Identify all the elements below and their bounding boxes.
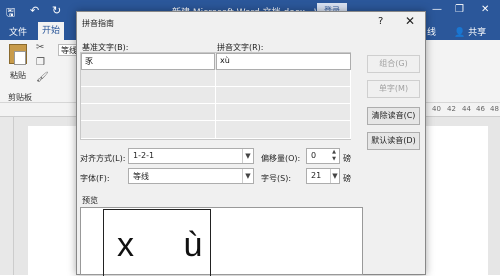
chevron-down-icon: ▼ xyxy=(330,169,339,183)
ruby-text-cell xyxy=(216,87,351,104)
tab-overflow[interactable]: 线 xyxy=(427,25,436,38)
offset-unit: 磅 xyxy=(343,154,351,163)
preview-label: 预览 xyxy=(82,196,98,205)
user-icon: 👤 xyxy=(454,28,466,38)
ruler-number: 48 xyxy=(490,105,499,113)
phonetic-guide-dialog: 拼音指南 ? ✕ 基准文字(B): 拼音文字(R): 豕 xù 组合(G) 单字… xyxy=(76,11,426,276)
font-label: 字体(F): xyxy=(80,174,110,183)
single-char-button[interactable]: 单字(M) xyxy=(367,80,420,98)
save-icon[interactable]: 🖫 xyxy=(6,4,15,23)
vertical-ruler xyxy=(0,117,14,275)
preview-area: x ù xyxy=(80,207,363,276)
offset-label: 偏移量(O): xyxy=(261,154,301,163)
ruby-text-cell[interactable]: xù xyxy=(216,53,351,70)
tab-file[interactable]: 文件 xyxy=(9,25,27,38)
base-text-value: 豕 xyxy=(85,57,93,66)
dialog-close-icon[interactable]: ✕ xyxy=(405,14,415,28)
size-select[interactable]: 21 ▼ xyxy=(306,168,340,184)
tab-home[interactable]: 开始 xyxy=(38,22,65,40)
chevron-down-icon: ▼ xyxy=(242,169,253,183)
ruby-text-cell xyxy=(216,121,351,139)
help-icon[interactable]: ? xyxy=(378,16,383,27)
ruler-number: 46 xyxy=(476,105,485,113)
offset-value: 0 xyxy=(311,151,317,160)
font-select[interactable]: 等线 ▼ xyxy=(128,168,254,184)
combine-button[interactable]: 组合(G) xyxy=(367,55,420,73)
clear-reading-button[interactable]: 清除读音(C) xyxy=(367,107,420,125)
chevron-down-icon: ▼ xyxy=(242,149,253,163)
format-painter-icon[interactable]: 🖌 xyxy=(36,72,49,83)
alignment-select[interactable]: 1-2-1 ▼ xyxy=(128,148,254,164)
clipboard-group-label: 剪贴板 xyxy=(8,93,32,102)
base-text-cell xyxy=(81,104,216,121)
paste-label[interactable]: 粘贴 xyxy=(10,70,26,81)
ruler-number: 44 xyxy=(462,105,471,113)
spin-up-icon[interactable]: ▲ xyxy=(329,149,339,156)
base-text-cell xyxy=(81,121,216,139)
ruler-number: 42 xyxy=(447,105,456,113)
size-label: 字号(S): xyxy=(261,174,292,183)
paste-icon[interactable] xyxy=(9,44,27,65)
default-reading-button[interactable]: 默认读音(D) xyxy=(367,132,420,150)
restore-icon[interactable]: ❐ xyxy=(455,4,464,15)
share-button[interactable]: 👤 共享 xyxy=(454,25,486,38)
font-value: 等线 xyxy=(133,172,149,181)
preview-pinyin: x ù xyxy=(117,226,223,264)
ruby-text-value: xù xyxy=(220,56,230,65)
ruby-text-cell xyxy=(216,70,351,87)
redo-icon[interactable]: ↻ xyxy=(52,4,61,17)
ruler-number: 40 xyxy=(432,105,441,113)
undo-icon[interactable]: ↶ xyxy=(30,4,39,17)
cut-icon[interactable]: ✂ xyxy=(36,42,44,53)
dialog-title: 拼音指南 xyxy=(82,19,114,28)
minimize-icon[interactable]: — xyxy=(432,4,442,15)
copy-icon[interactable]: ❐ xyxy=(36,57,45,68)
offset-stepper[interactable]: 0 ▲ ▼ xyxy=(306,148,340,164)
size-value: 21 xyxy=(311,171,322,180)
share-label: 共享 xyxy=(468,28,487,38)
alignment-label: 对齐方式(L): xyxy=(80,154,126,163)
alignment-value: 1-2-1 xyxy=(133,151,155,160)
base-text-cell xyxy=(81,87,216,104)
size-unit: 磅 xyxy=(343,174,351,183)
phonetic-grid: 豕 xù xyxy=(80,52,351,140)
base-text-cell[interactable]: 豕 xyxy=(81,53,215,70)
close-icon[interactable]: ✕ xyxy=(481,4,489,15)
ruby-text-cell xyxy=(216,104,351,121)
spin-down-icon[interactable]: ▼ xyxy=(329,156,339,163)
base-text-cell xyxy=(81,70,216,87)
